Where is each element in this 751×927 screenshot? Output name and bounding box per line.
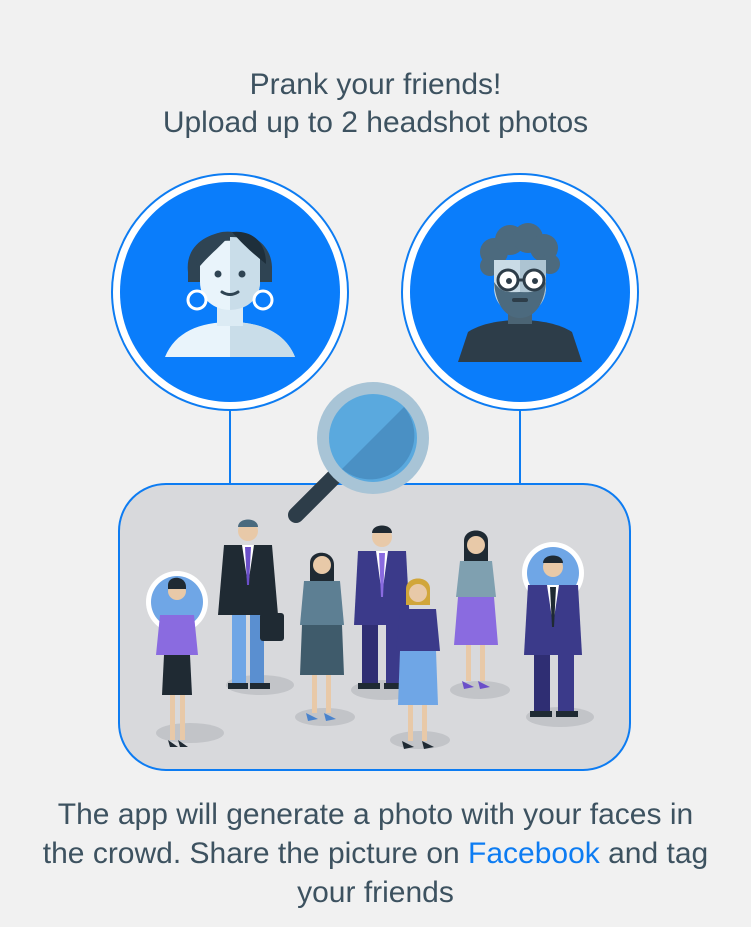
heading-line-1: Prank your friends! xyxy=(249,68,502,101)
woman-avatar-icon xyxy=(120,182,340,402)
footer-line-2-end: and tag xyxy=(599,837,709,870)
footer-line-1: The app will generate a photo with your … xyxy=(57,798,694,831)
left-connector-line xyxy=(229,409,231,485)
heading-line-2: Upload up to 2 headshot photos xyxy=(162,106,589,139)
footer-line-2: the crowd. Share the picture on Facebook… xyxy=(0,834,751,873)
right-connector-line xyxy=(519,409,521,485)
footer-line-3: your friends xyxy=(297,876,454,909)
footer-line-2-start: the crowd. Share the picture on xyxy=(42,837,469,870)
description-text: The app will generate a photo with your … xyxy=(0,795,751,912)
bearded-man-avatar-icon xyxy=(410,182,630,402)
magnifying-glass-icon xyxy=(288,382,429,523)
page-heading: Prank your friends! Upload up to 2 heads… xyxy=(0,66,751,142)
facebook-link[interactable]: Facebook xyxy=(468,837,600,870)
